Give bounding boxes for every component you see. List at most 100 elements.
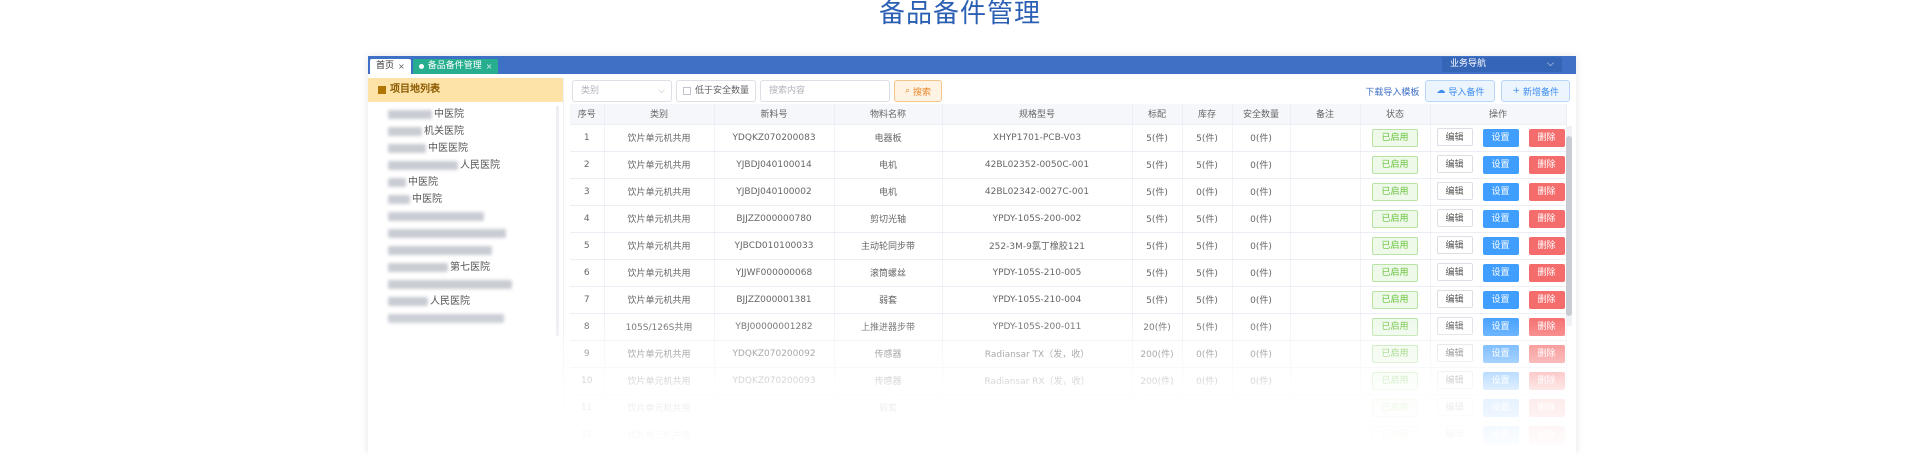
delete-button[interactable]: 删除	[1528, 183, 1565, 201]
cell-stock: 5(件)	[1182, 259, 1233, 287]
status-badge: 已启用	[1372, 317, 1418, 336]
cell-status: 已启用	[1360, 205, 1431, 233]
cell-index: 2	[570, 151, 605, 179]
cell-part-no: BJJZZ000001381	[714, 286, 835, 314]
cell-stock: 5(件)	[1182, 205, 1233, 233]
sidebar-item[interactable]: 中医院	[388, 174, 563, 191]
sidebar-item[interactable]: 中医医院	[388, 140, 563, 157]
add-button[interactable]: + 新增备件	[1501, 80, 1570, 102]
delete-button[interactable]: 删除	[1528, 372, 1565, 390]
set-button[interactable]: 设置	[1482, 345, 1519, 363]
set-button[interactable]: 设置	[1482, 237, 1519, 255]
edit-button[interactable]: 编辑	[1436, 425, 1473, 443]
edit-button[interactable]: 编辑	[1436, 371, 1473, 389]
cell-part-no: BJJZZ000000780	[714, 205, 835, 233]
sidebar-scrollbar[interactable]	[556, 106, 559, 336]
cell-part-no: YDQKZ070200092	[714, 340, 835, 368]
edit-button[interactable]: 编辑	[1436, 290, 1473, 308]
sidebar-item[interactable]: 机关医院	[388, 123, 563, 140]
sidebar-item[interactable]: 第七医院	[388, 259, 563, 276]
cell-part-no	[714, 421, 835, 449]
cell-name: 电器板	[834, 124, 943, 152]
edit-button[interactable]: 编辑	[1436, 209, 1473, 227]
column-header: 备注	[1290, 104, 1361, 125]
column-header: 序号	[570, 104, 605, 125]
delete-button[interactable]: 删除	[1528, 210, 1565, 228]
cell-index: 5	[570, 232, 605, 260]
edit-button[interactable]: 编辑	[1436, 263, 1473, 281]
set-button[interactable]: 设置	[1482, 318, 1519, 336]
tab-spare-parts[interactable]: 备品备件管理 ×	[412, 59, 499, 74]
column-header: 新料号	[714, 104, 835, 125]
sidebar-item[interactable]	[388, 242, 563, 259]
sidebar-item[interactable]: 人民医院	[388, 293, 563, 310]
cell-standard	[1132, 394, 1183, 422]
category-select[interactable]: 类别 ⌵	[572, 80, 672, 102]
sidebar-item[interactable]: 中医院	[388, 191, 563, 208]
edit-button[interactable]: 编辑	[1436, 344, 1473, 362]
table-row: 1 饮片单元机共用 YDQKZ070200083 电器板 XHYP1701-PCB-V0…	[570, 124, 1567, 152]
set-button[interactable]: 设置	[1482, 210, 1519, 228]
delete-button[interactable]: 删除	[1528, 345, 1565, 363]
spare-parts-table: 序号 类别 新料号 物料名称 规格型号 标配 库存 安全数量 备注 状态 操作 1 饮片单元机共用 YD…	[570, 104, 1567, 449]
set-button[interactable]: 设置	[1482, 129, 1519, 147]
sidebar-item[interactable]	[388, 208, 563, 225]
import-button[interactable]: ☁ 导入备件	[1425, 80, 1496, 102]
column-header: 标配	[1132, 104, 1183, 125]
edit-button[interactable]: 编辑	[1436, 236, 1473, 254]
cell-remark	[1290, 259, 1361, 287]
edit-button[interactable]: 编辑	[1436, 182, 1473, 200]
set-button[interactable]: 设置	[1482, 426, 1519, 444]
table-row: 8 105S/126S共用 YBJ00000001282 上推进器步带 YPDY-105…	[570, 313, 1567, 341]
delete-button[interactable]: 删除	[1528, 129, 1565, 147]
delete-button[interactable]: 删除	[1528, 156, 1565, 174]
delete-button[interactable]: 删除	[1528, 264, 1565, 282]
edit-button[interactable]: 编辑	[1436, 398, 1473, 416]
download-template-link[interactable]: 下载导入模板	[1365, 85, 1419, 98]
edit-button[interactable]: 编辑	[1436, 128, 1473, 146]
column-header: 状态	[1360, 104, 1431, 125]
sidebar-item[interactable]	[388, 225, 563, 242]
table-scrollbar[interactable]	[1566, 126, 1572, 326]
below-safety-checkbox[interactable]: 低于安全数量	[676, 80, 756, 102]
sidebar-item-label: 中医医院	[428, 143, 468, 154]
delete-button[interactable]: 删除	[1528, 318, 1565, 336]
status-badge: 已启用	[1372, 371, 1418, 390]
set-button[interactable]: 设置	[1482, 291, 1519, 309]
checkbox-square-icon[interactable]	[683, 87, 691, 95]
sidebar-item[interactable]: 人民医院	[388, 157, 563, 174]
status-badge: 已启用	[1372, 236, 1418, 255]
set-button[interactable]: 设置	[1482, 183, 1519, 201]
set-button[interactable]: 设置	[1482, 399, 1519, 417]
close-icon[interactable]: ×	[398, 59, 405, 74]
search-input[interactable]	[760, 80, 890, 102]
close-icon[interactable]: ×	[486, 59, 493, 74]
delete-button[interactable]: 删除	[1528, 426, 1565, 444]
delete-button[interactable]: 删除	[1528, 237, 1565, 255]
sidebar-item[interactable]	[388, 276, 563, 293]
search-button[interactable]: ⌕ 搜索	[894, 80, 942, 102]
cell-part-no: YJBCD010100033	[714, 232, 835, 260]
business-nav-select[interactable]: 业务导航 ⌵	[1442, 57, 1562, 72]
cell-actions: 编辑 设置 删除	[1430, 286, 1567, 314]
edit-button[interactable]: 编辑	[1436, 317, 1473, 335]
cell-stock: 5(件)	[1182, 232, 1233, 260]
set-button[interactable]: 设置	[1482, 264, 1519, 282]
cell-safety: 0(件)	[1232, 367, 1291, 395]
set-button[interactable]: 设置	[1482, 156, 1519, 174]
cell-standard: 20(件)	[1132, 313, 1183, 341]
set-button[interactable]: 设置	[1482, 372, 1519, 390]
scrollbar-thumb[interactable]	[1566, 136, 1572, 316]
cell-standard: 200(件)	[1132, 340, 1183, 368]
cell-actions: 编辑 设置 删除	[1430, 259, 1567, 287]
sidebar-item[interactable]	[388, 310, 563, 327]
sidebar-item[interactable]: 中医院	[388, 106, 563, 123]
add-button-label: 新增备件	[1522, 87, 1559, 98]
sidebar-item-label: 人民医院	[460, 160, 500, 171]
delete-button[interactable]: 删除	[1528, 399, 1565, 417]
tab-home[interactable]: 首页 ×	[370, 59, 411, 74]
delete-button[interactable]: 删除	[1528, 291, 1565, 309]
redacted-text	[388, 211, 484, 221]
edit-button[interactable]: 编辑	[1436, 155, 1473, 173]
cell-actions: 编辑 设置 删除	[1430, 340, 1567, 368]
